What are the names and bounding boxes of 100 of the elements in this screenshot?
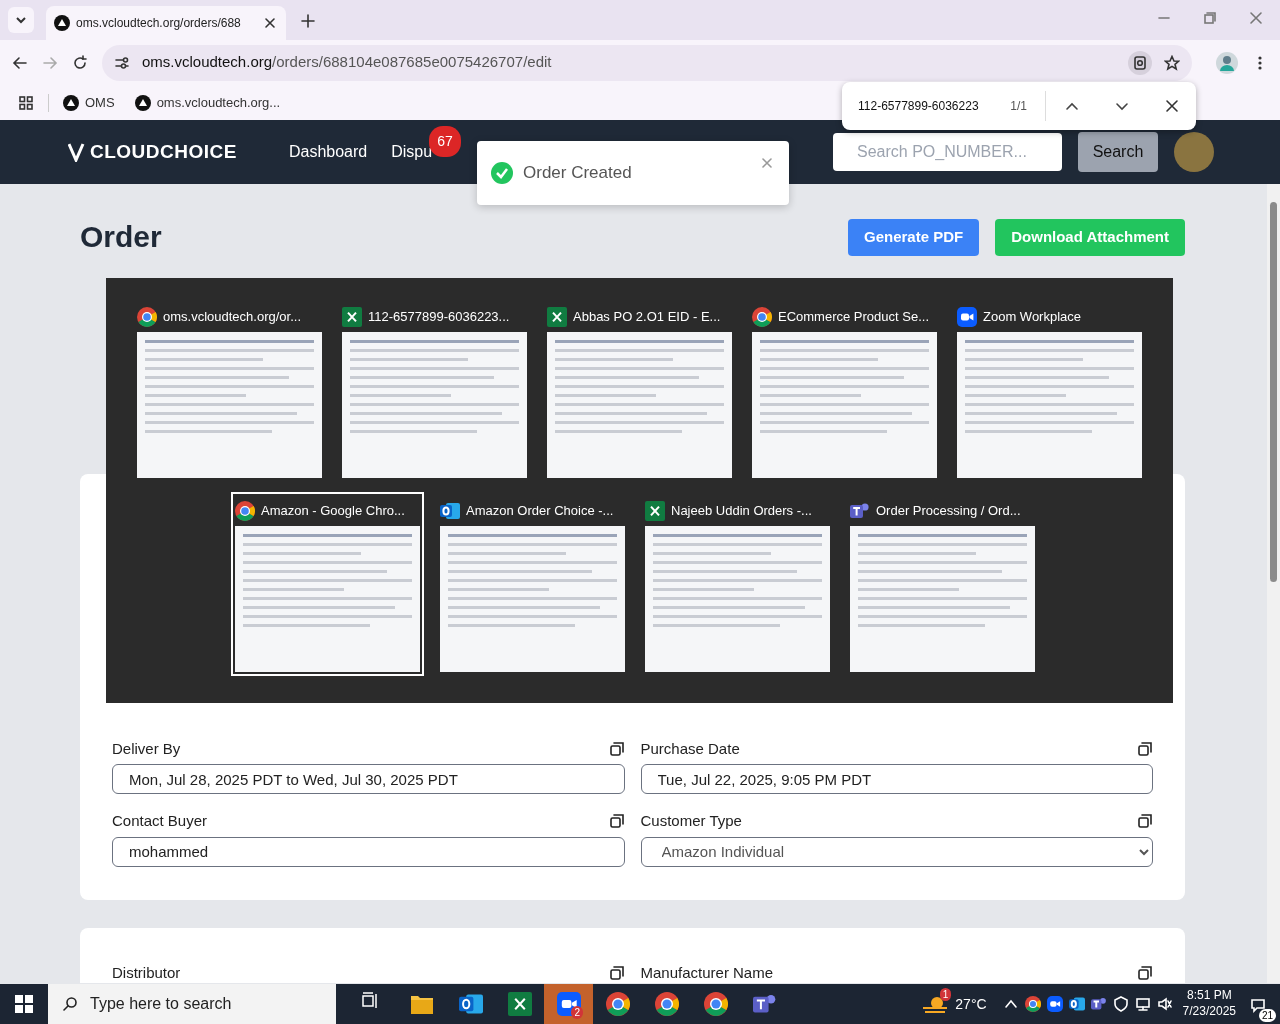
apps-grid-icon[interactable] — [18, 94, 34, 111]
window-preview[interactable]: oms.vcloudtech.org/or... — [133, 298, 326, 482]
new-tab-icon[interactable] — [300, 12, 316, 29]
url-text: oms.vcloudtech.org/orders/688104e087685e0075426707/edit — [142, 52, 552, 73]
site-favicon — [63, 94, 79, 111]
window-preview[interactable]: Order Processing / Ord... — [846, 492, 1039, 676]
window-preview[interactable]: Amazon - Google Chro... — [231, 492, 424, 676]
site-settings-icon[interactable] — [114, 54, 130, 71]
back-icon[interactable] — [12, 54, 28, 71]
window-title: oms.vcloudtech.org/or... — [163, 308, 301, 327]
browser-icon — [654, 992, 679, 1016]
count-badge: 1 — [939, 988, 952, 1001]
mail-icon — [440, 501, 460, 521]
field-label: Distributor — [112, 962, 181, 983]
window-preview[interactable]: 112-6577899-6036223... — [338, 298, 531, 482]
window-title: Abbas PO 2.O1 EID - E... — [573, 308, 721, 327]
restore-icon[interactable] — [1202, 10, 1218, 26]
action-button[interactable]: Generate PDF — [848, 219, 980, 256]
spreadsheet-icon — [342, 307, 362, 327]
input-field[interactable]: mohammed — [112, 836, 625, 867]
browser-icon — [703, 992, 728, 1016]
copy-icon[interactable] — [1137, 813, 1153, 830]
copy-icon[interactable] — [608, 964, 625, 981]
video-call-icon — [556, 992, 581, 1016]
mail-icon — [1068, 996, 1085, 1012]
video-call-icon — [1046, 996, 1063, 1012]
video-call-icon — [957, 307, 977, 327]
tab-search-button[interactable] — [8, 7, 34, 33]
copy-icon[interactable] — [1137, 964, 1153, 981]
window-preview[interactable]: Abbas PO 2.O1 EID - E... — [543, 298, 736, 482]
field-label: Purchase Date — [640, 738, 740, 759]
logo-text[interactable]: CLOUDCHOICE — [90, 137, 237, 167]
bookmark-link[interactable]: oms.vcloudtech.org... — [156, 92, 281, 113]
bookmark-star-icon[interactable] — [1164, 54, 1180, 71]
window-title: Amazon - Google Chro... — [261, 502, 405, 521]
window-preview[interactable]: ECommerce Product Se... — [748, 298, 941, 482]
site-favicon — [134, 94, 151, 111]
find-query[interactable]: 112-6577899-6036223 — [858, 97, 979, 115]
chevron-down-icon — [15, 14, 27, 26]
search-placeholder: Type here to search — [90, 994, 232, 1014]
input-field[interactable]: Tue, Jul 22, 2025, 9:05 PM PDT — [640, 764, 1153, 794]
close-icon[interactable] — [262, 15, 278, 31]
window-preview[interactable]: Amazon Order Choice -... — [436, 492, 629, 676]
clock-date: 7/23/2025 — [1182, 1004, 1236, 1020]
profile-avatar[interactable] — [1216, 52, 1238, 75]
success-check-icon — [491, 162, 513, 184]
close-icon[interactable] — [1164, 98, 1180, 114]
spreadsheet-icon — [645, 501, 665, 521]
user-avatar[interactable] — [1174, 132, 1214, 172]
browser-icon — [1024, 996, 1041, 1012]
search-button[interactable]: Search — [1078, 132, 1158, 172]
window-preview[interactable]: Zoom Workplace — [953, 298, 1146, 482]
shield-icon[interactable] — [1112, 996, 1129, 1012]
window-title: Zoom Workplace — [983, 308, 1081, 327]
mail-icon — [458, 992, 483, 1016]
site-favicon — [54, 15, 70, 31]
spreadsheet-icon — [507, 992, 532, 1016]
field-label: Customer Type — [640, 811, 742, 831]
window-title: 112-6577899-6036223... — [368, 308, 510, 327]
window-title: ECommerce Product Se... — [778, 308, 929, 327]
team-chat-icon — [850, 501, 870, 521]
tab-title: oms.vcloudtech.org/orders/688 — [76, 15, 242, 32]
copy-icon[interactable] — [1137, 740, 1153, 757]
count-badge: 2 — [571, 1006, 583, 1019]
speaker-icon[interactable] — [1156, 996, 1173, 1012]
toast-message: Order Created — [523, 162, 633, 185]
notification-icon[interactable] — [1250, 996, 1266, 1013]
browser-icon — [752, 307, 772, 327]
address-bar[interactable]: oms.vcloudtech.org/orders/688104e087685e0075426707/edit — [102, 44, 1192, 81]
page-title: Order — [80, 219, 162, 256]
browser-icon — [137, 307, 157, 327]
network-icon[interactable] — [1134, 996, 1151, 1012]
count-badge: 21 — [1258, 1009, 1276, 1022]
window-preview[interactable]: Najeeb Uddin Orders -... — [641, 492, 834, 676]
copy-icon[interactable] — [608, 740, 625, 757]
taskbar-search-field[interactable]: Type here to search — [48, 984, 336, 1024]
reload-icon[interactable] — [72, 54, 88, 71]
search-icon — [62, 996, 78, 1012]
browser-icon — [605, 992, 630, 1016]
field-label: Manufacturer Name — [640, 962, 774, 983]
temperature-text: 27°C — [955, 994, 987, 1014]
window-title: Najeeb Uddin Orders -... — [671, 502, 812, 521]
start-icon[interactable] — [15, 995, 33, 1013]
window-title: Amazon Order Choice -... — [466, 502, 614, 521]
browser-tab[interactable]: oms.vcloudtech.org/orders/688 — [46, 6, 286, 40]
spreadsheet-icon — [547, 307, 567, 327]
match-count: 1/1 — [1010, 98, 1027, 115]
search-field[interactable]: Search PO_NUMBER... — [833, 133, 1062, 171]
window-title: Order Processing / Ord... — [876, 502, 1021, 521]
dropdown-field[interactable]: Amazon Individual — [640, 836, 1153, 867]
browser-icon — [235, 501, 255, 521]
lens-icon[interactable] — [1132, 54, 1148, 71]
field-label: Contact Buyer — [112, 811, 208, 831]
clock-time: 8:51 PM — [1186, 988, 1232, 1004]
bookmark-link[interactable]: OMS — [85, 92, 115, 113]
copy-icon[interactable] — [608, 813, 625, 830]
input-field[interactable]: Mon, Jul 28, 2025 PDT to Wed, Jul 30, 2025 PDT — [112, 764, 625, 794]
nav-link[interactable]: Dashboard — [288, 143, 368, 160]
field-label: Deliver By — [112, 738, 181, 759]
scrollbar[interactable] — [1267, 184, 1280, 983]
